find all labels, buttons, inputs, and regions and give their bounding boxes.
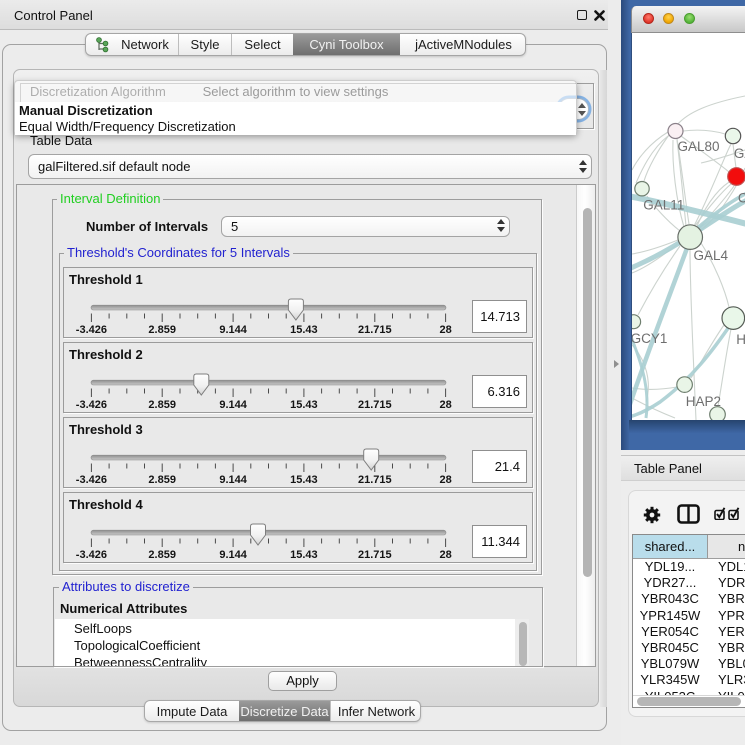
svg-text:9.144: 9.144 [219,324,247,336]
svg-text:28: 28 [439,324,451,336]
svg-text:GAL80: GAL80 [678,139,720,154]
svg-text:C: C [738,191,745,206]
svg-text:-3.426: -3.426 [76,399,107,411]
svg-text:28: 28 [439,399,451,411]
svg-text:2.859: 2.859 [148,324,176,336]
svg-text:2.859: 2.859 [148,399,176,411]
svg-text:GAL4: GAL4 [694,248,729,263]
svg-text:15.43: 15.43 [290,324,318,336]
svg-text:-3.426: -3.426 [76,324,107,336]
svg-text:GAL11: GAL11 [643,198,684,213]
svg-text:9.144: 9.144 [219,399,247,411]
svg-text:-3.426: -3.426 [76,474,107,486]
svg-text:21.715: 21.715 [358,549,392,561]
svg-text:HAP2: HAP2 [686,394,721,409]
svg-text:21.715: 21.715 [358,474,392,486]
svg-text:H: H [736,332,745,347]
svg-text:15.43: 15.43 [290,549,318,561]
svg-text:15.43: 15.43 [290,399,318,411]
svg-text:21.715: 21.715 [358,399,392,411]
svg-text:21.715: 21.715 [358,324,392,336]
svg-text:15.43: 15.43 [290,474,318,486]
svg-text:GCY1: GCY1 [632,331,667,346]
svg-text:9.144: 9.144 [219,549,247,561]
svg-text:-3.426: -3.426 [76,549,107,561]
svg-text:GA: GA [734,146,745,161]
svg-text:28: 28 [439,549,451,561]
svg-text:2.859: 2.859 [148,474,176,486]
svg-text:9.144: 9.144 [219,474,247,486]
svg-text:2.859: 2.859 [148,549,176,561]
svg-text:28: 28 [439,474,451,486]
